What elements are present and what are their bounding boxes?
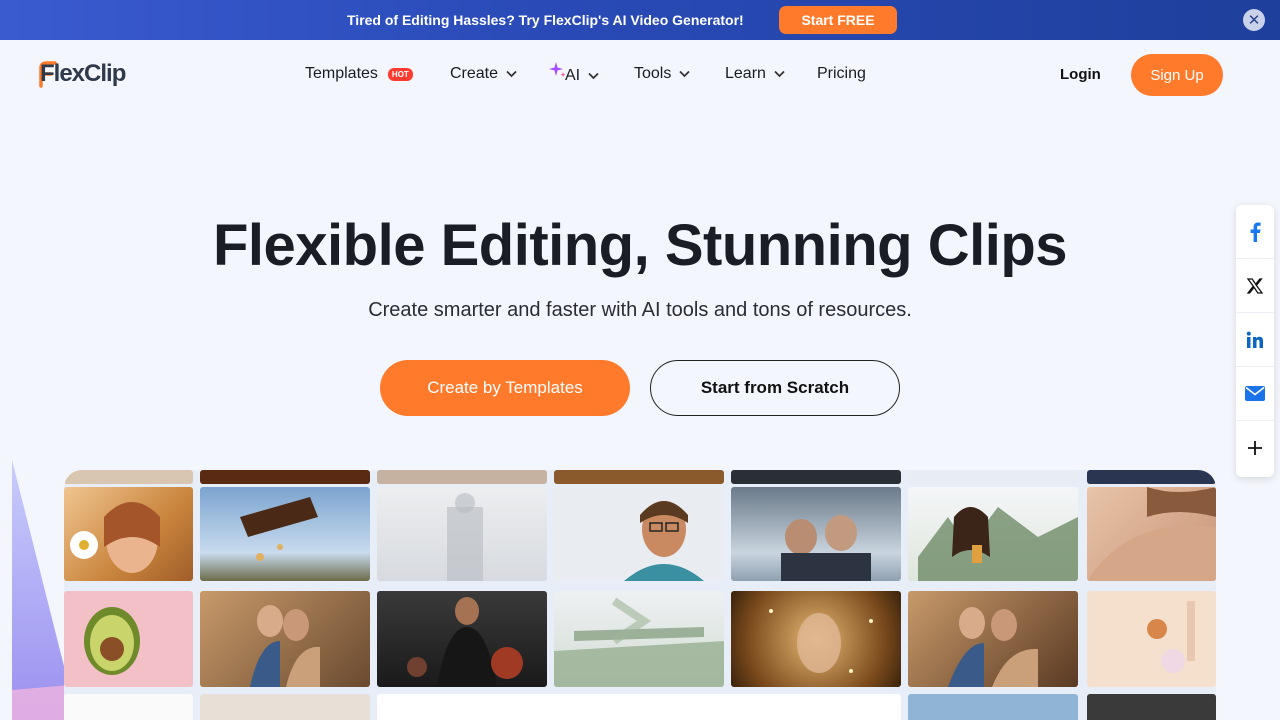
nav-learn-label: Learn <box>725 65 766 82</box>
gallery-tile[interactable] <box>554 487 724 581</box>
plus-icon[interactable] <box>1236 421 1274 475</box>
nav-templates-label: Templates <box>305 65 378 82</box>
promo-text: Tired of Editing Hassles? Try FlexClip's… <box>347 12 744 28</box>
gallery-tile[interactable] <box>554 470 724 484</box>
gallery-tile[interactable] <box>908 591 1078 687</box>
gallery-tile[interactable] <box>554 591 724 687</box>
decorative-shape <box>12 460 70 720</box>
gallery-tile[interactable] <box>908 487 1078 581</box>
gallery-tile[interactable] <box>1087 694 1216 720</box>
nav-create-label: Create <box>450 65 499 82</box>
woman-drinking-thumbnail <box>918 507 1078 581</box>
painted-landscape-thumbnail <box>554 597 724 687</box>
hero-subtitle: Create smarter and faster with AI tools … <box>368 299 912 321</box>
facebook-icon[interactable] <box>1236 205 1274 259</box>
nav-create[interactable]: Create <box>450 65 517 83</box>
nav-templates[interactable]: Templates HOT <box>305 65 413 83</box>
man-lifting-thumbnail <box>407 597 523 687</box>
share-sidebar <box>1236 205 1274 477</box>
gallery-tile[interactable] <box>731 487 901 581</box>
gallery-tile[interactable] <box>64 487 193 581</box>
gallery-tile[interactable] <box>64 694 193 720</box>
nav-pricing[interactable]: Pricing <box>817 65 866 83</box>
golden-sparkle-thumbnail <box>769 609 873 673</box>
gallery-tile[interactable] <box>200 591 370 687</box>
nav-ai[interactable]: AI <box>548 62 599 87</box>
linkedin-icon[interactable] <box>1236 313 1274 367</box>
login-link[interactable]: Login <box>1060 66 1101 83</box>
gallery-tile[interactable] <box>64 470 193 484</box>
faded-figure-thumbnail <box>447 493 483 581</box>
chevron-down-icon <box>506 69 517 81</box>
promo-banner: Tired of Editing Hassles? Try FlexClip's… <box>0 0 1280 40</box>
woman-flower-thumbnail <box>70 502 160 573</box>
avocado-thumbnail <box>84 607 140 675</box>
nav-pricing-label: Pricing <box>817 65 866 82</box>
hero-title: Flexible Editing, Stunning Clips <box>213 213 1068 278</box>
gallery-tile[interactable] <box>1087 470 1216 484</box>
beer-toss-thumbnail <box>240 497 318 561</box>
sparkle-icon <box>548 61 566 83</box>
gallery-tile[interactable] <box>377 487 547 581</box>
couple-snow-thumbnail <box>781 515 871 581</box>
chevron-down-icon <box>774 69 785 81</box>
gallery-tile[interactable] <box>200 694 370 720</box>
sign-up-button[interactable]: Sign Up <box>1131 54 1223 96</box>
woman-shoulder-thumbnail <box>1087 487 1216 581</box>
x-icon[interactable] <box>1236 259 1274 313</box>
nav-tools[interactable]: Tools <box>634 65 690 83</box>
gallery-tile[interactable] <box>377 591 547 687</box>
logo-text: FlexClip <box>40 60 126 87</box>
start-from-scratch-button[interactable]: Start from Scratch <box>650 360 900 416</box>
chevron-down-icon <box>679 69 690 81</box>
nav-tools-label: Tools <box>634 65 672 82</box>
gallery-tile[interactable] <box>200 470 370 484</box>
gallery-tile[interactable] <box>908 470 1078 484</box>
couple-dancing-thumbnail <box>948 607 1038 687</box>
gallery-tile[interactable] <box>377 470 547 484</box>
nav-ai-label: AI <box>565 67 581 84</box>
mail-icon[interactable] <box>1236 367 1274 421</box>
template-gallery <box>64 470 1216 720</box>
gallery-tile[interactable] <box>908 694 1078 720</box>
nav-learn[interactable]: Learn <box>725 65 785 83</box>
create-by-templates-button[interactable]: Create by Templates <box>380 360 630 416</box>
chevron-down-icon <box>588 71 599 83</box>
gallery-tile[interactable] <box>731 470 901 484</box>
gallery-tile[interactable] <box>377 694 901 720</box>
couple-dancing-thumbnail <box>250 605 320 687</box>
gallery-tile[interactable] <box>731 591 901 687</box>
gallery-tile[interactable] <box>1087 591 1216 687</box>
top-nav: FlexClip Templates HOT Create AI Tools L… <box>0 40 1280 112</box>
gallery-tile[interactable] <box>1087 487 1216 581</box>
skincare-products-thumbnail <box>1147 601 1195 673</box>
gallery-tile[interactable] <box>64 591 193 687</box>
hot-badge: HOT <box>387 67 413 81</box>
smiling-man-thumbnail <box>624 501 704 581</box>
start-free-button[interactable]: Start FREE <box>779 6 897 34</box>
close-icon[interactable]: ✕ <box>1243 9 1265 31</box>
gallery-tile[interactable] <box>200 487 370 581</box>
